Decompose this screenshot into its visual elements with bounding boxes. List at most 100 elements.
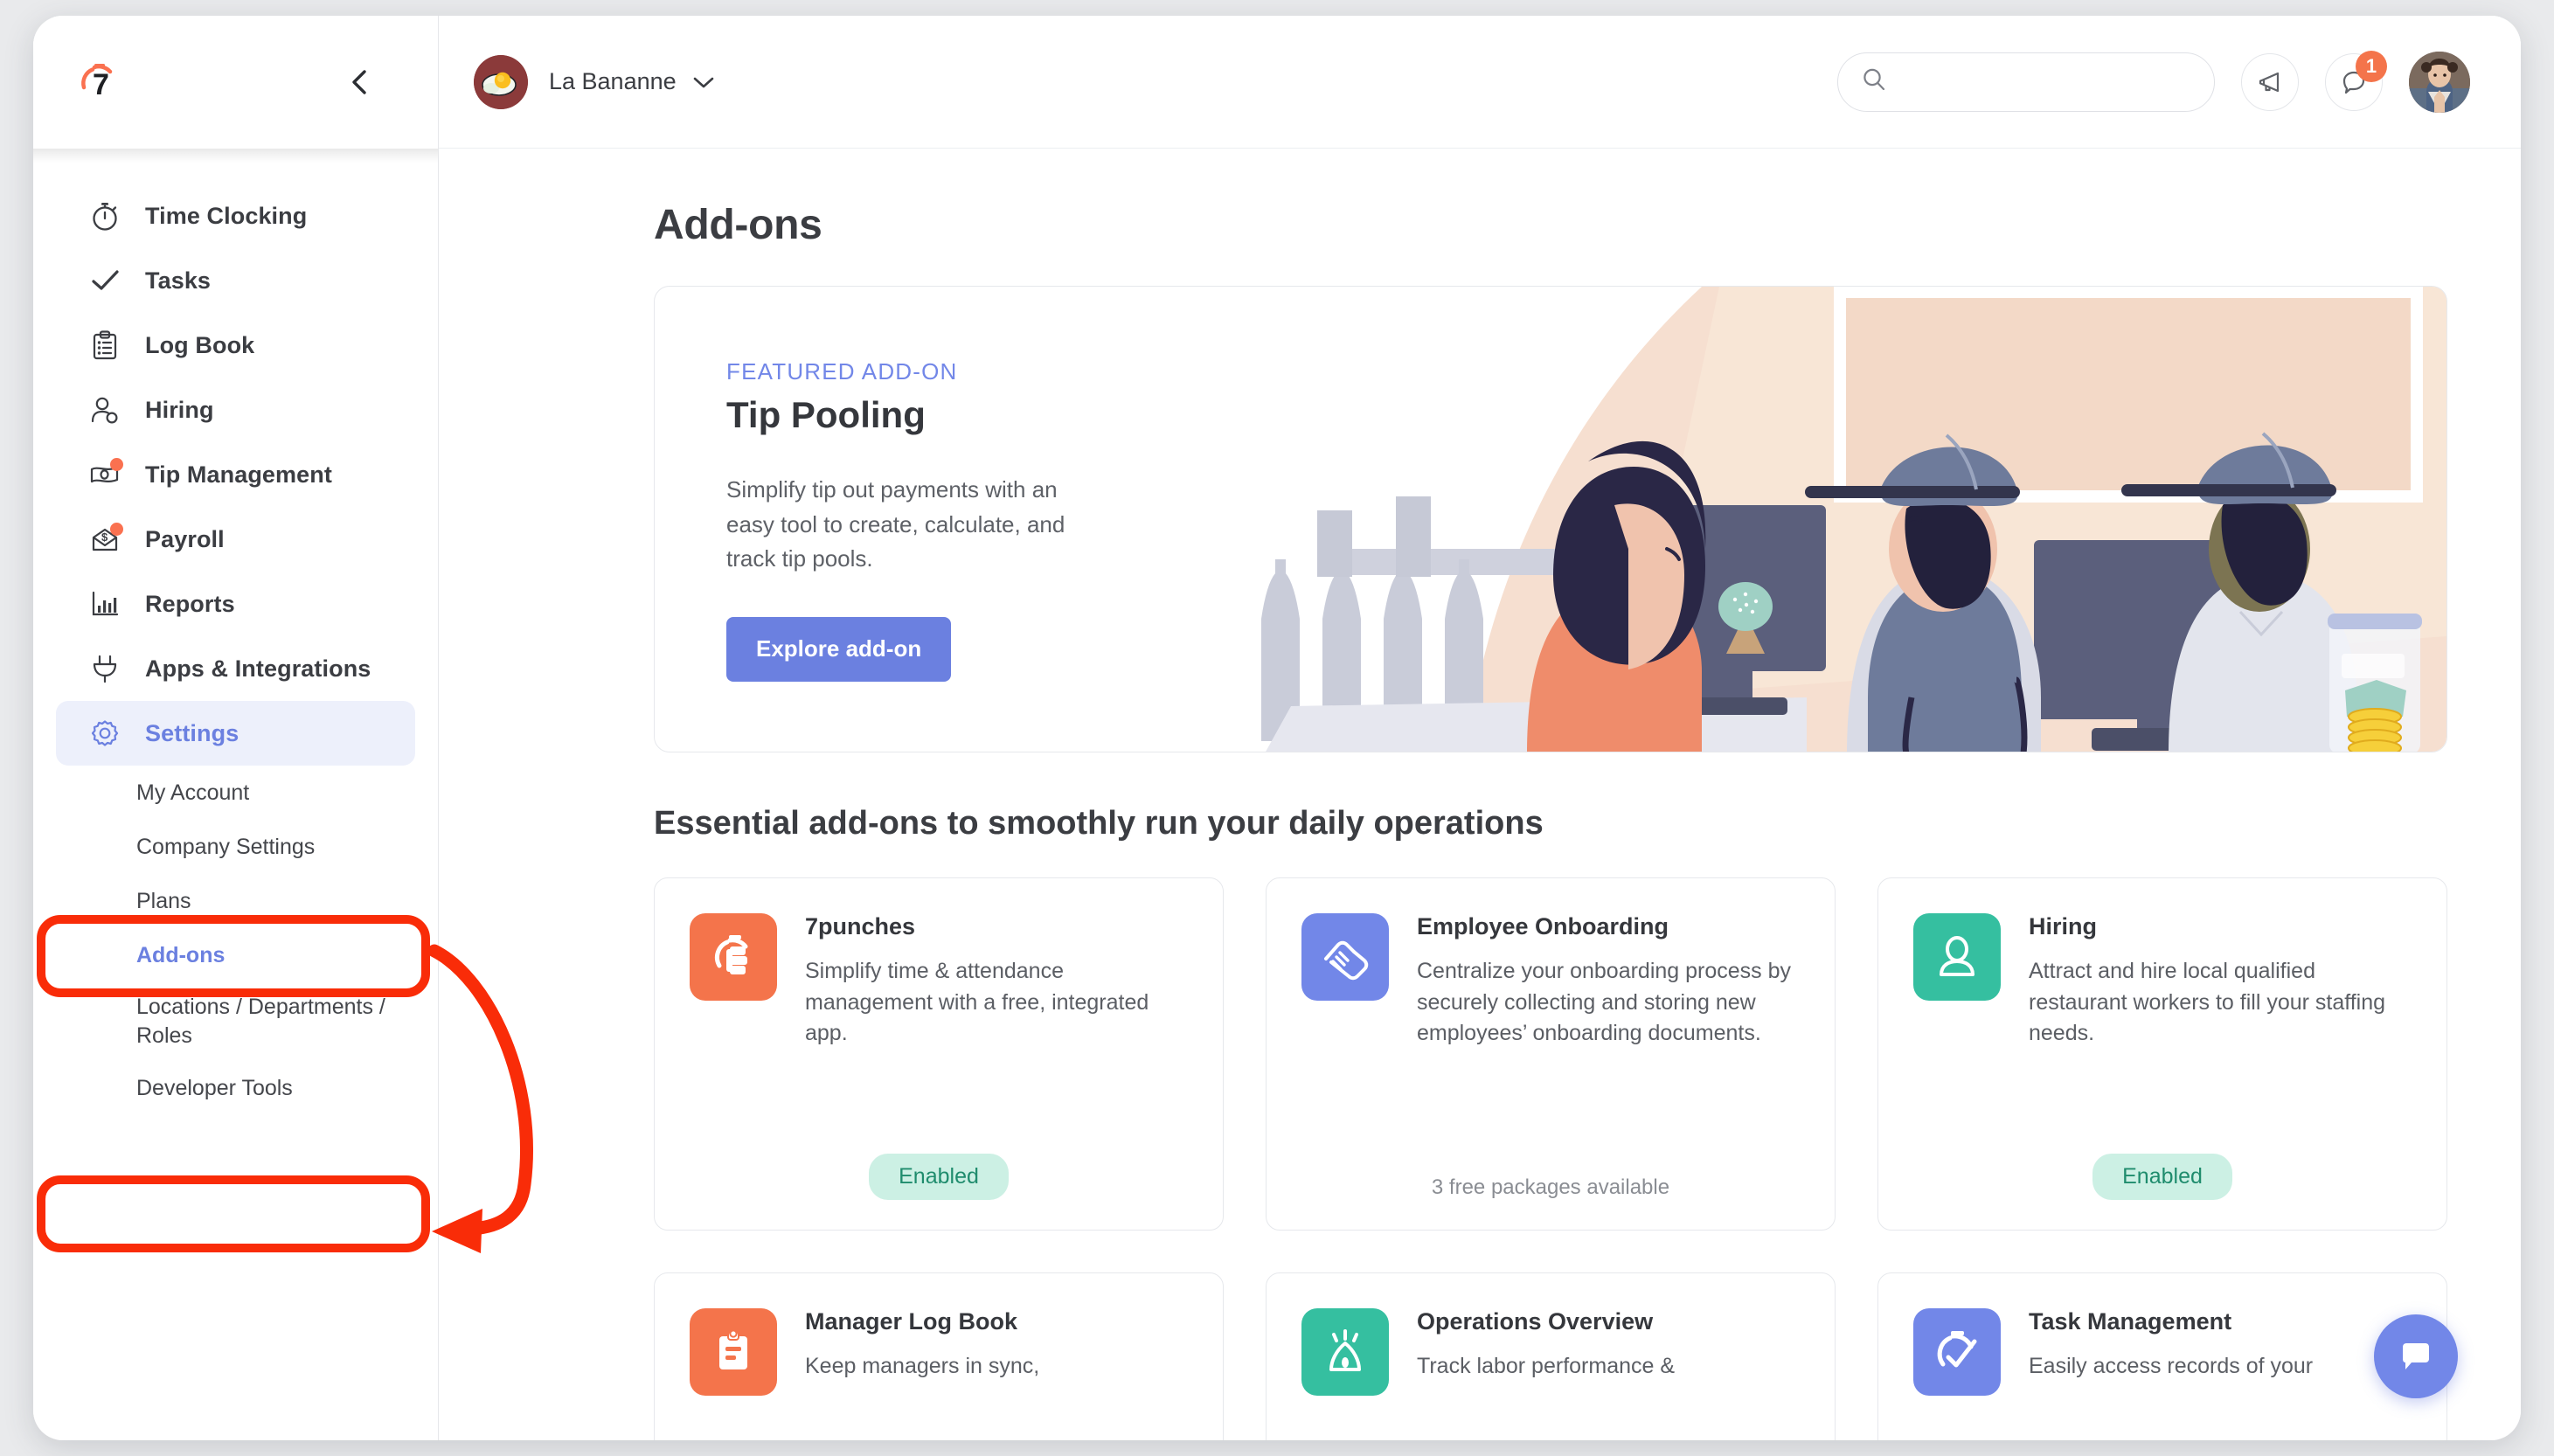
clipboard-list-icon <box>86 326 124 364</box>
section-title: Essential add-ons to smoothly run your d… <box>654 805 1544 842</box>
addon-name: Manager Log Book <box>805 1308 1018 1335</box>
featured-addon-text: FEATURED ADD-ON Tip Pooling Simplify tip… <box>655 287 1144 752</box>
announcements-button[interactable] <box>2241 52 2299 111</box>
sidebar-item-log-book[interactable]: Log Book <box>56 313 415 378</box>
app-window: 7 Time Clocking Tasks Log Book Hiring Ti… <box>33 16 2521 1440</box>
page-content: Add-ons FEATURED ADD-ON Tip Pooling Simp… <box>439 149 2521 1440</box>
featured-eyebrow: FEATURED ADD-ON <box>726 358 958 385</box>
addon-card-7punches[interactable]: 7punches Simplify time & attendance mana… <box>654 877 1224 1231</box>
sidebar-subitem-label: Developer Tools <box>136 1075 293 1100</box>
addon-card-task-management[interactable]: Task Management Easily access records of… <box>1877 1272 2447 1440</box>
addon-description: Easily access records of your <box>2029 1354 2314 1378</box>
topbar-actions: 1 <box>1837 50 2470 113</box>
sidebar-item-label: Tip Management <box>145 461 332 488</box>
svg-text:7: 7 <box>93 68 109 101</box>
sidebar-collapse-button[interactable] <box>340 62 380 102</box>
status-badge: Enabled <box>869 1154 1009 1200</box>
sidebar-item-label: Hiring <box>145 396 214 423</box>
sidebar-item-tasks[interactable]: Tasks <box>56 248 415 313</box>
messages-badge: 1 <box>2356 50 2387 82</box>
sidebar-item-label: Log Book <box>145 331 255 358</box>
sidebar-item-label: Time Clocking <box>145 202 308 229</box>
svg-text:$: $ <box>101 530 108 544</box>
addons-grid: 7punches Simplify time & attendance mana… <box>654 877 2447 1440</box>
sidebar-subitem-my-account[interactable]: My Account <box>56 766 415 820</box>
person-icon <box>1913 913 2001 1001</box>
sidebar-subitem-label: Plans <box>136 888 191 913</box>
clipboard-icon <box>690 1308 777 1396</box>
addon-name: Hiring <box>2029 913 2097 939</box>
user-profile-avatar[interactable] <box>2409 51 2470 113</box>
banknote-icon <box>86 455 124 494</box>
sidebar-header: 7 <box>33 16 438 149</box>
bar-chart-icon <box>86 585 124 623</box>
money-envelope-icon: $ <box>86 520 124 558</box>
plug-icon <box>86 649 124 688</box>
7shifts-logo-icon: 7 <box>81 64 113 101</box>
settings-submenu: My Account Company Settings Plans Add-on… <box>33 766 438 1115</box>
addon-description: Attract and hire local qualified restaur… <box>2029 959 2386 1045</box>
business-switcher[interactable]: La Bananne <box>474 54 715 109</box>
addon-description: Keep managers in sync, <box>805 1354 1040 1378</box>
user-plus-icon <box>86 391 124 429</box>
sidebar-subitem-add-ons[interactable]: Add-ons <box>56 928 415 982</box>
sidebar-item-label: Tasks <box>145 267 212 294</box>
sidebar-scroll-area[interactable]: Time Clocking Tasks Log Book Hiring Tip … <box>33 149 438 1440</box>
addon-name: Task Management <box>2029 1308 2232 1335</box>
sidebar-item-label: Payroll <box>145 525 225 552</box>
addon-name: Operations Overview <box>1417 1308 1654 1335</box>
megaphone-icon <box>2259 72 2280 92</box>
sidebar: 7 Time Clocking Tasks Log Book Hiring Ti… <box>33 16 439 1440</box>
featured-description: Simplify tip out payments with an easy t… <box>726 476 1065 572</box>
scrolled-item-partial-icon <box>105 149 143 152</box>
eye-icon <box>1301 1308 1389 1396</box>
page-title: Add-ons <box>654 202 822 248</box>
sidebar-item-apps-integrations[interactable]: Apps & Integrations <box>56 636 415 701</box>
chevron-down-icon <box>692 75 715 89</box>
addon-name: 7punches <box>805 913 916 939</box>
status-badge: Enabled <box>2092 1154 2232 1200</box>
featured-title: Tip Pooling <box>726 394 926 435</box>
business-name: La Bananne <box>549 68 677 94</box>
status-note: 3 free packages available <box>1431 1175 1670 1199</box>
sidebar-subitem-label: Locations / Departments / Roles <box>136 995 385 1048</box>
addon-card-manager-log-book[interactable]: Manager Log Book Keep managers in sync, <box>654 1272 1224 1440</box>
sidebar-subitem-locations-departments-roles[interactable]: Locations / Departments / Roles <box>56 982 415 1061</box>
sidebar-item-tip-management[interactable]: Tip Management <box>56 442 415 507</box>
addon-card-hiring[interactable]: Hiring Attract and hire local qualified … <box>1877 877 2447 1231</box>
notification-dot <box>110 458 123 471</box>
app-logo[interactable]: 7 <box>75 58 124 107</box>
sidebar-item-label: Apps & Integrations <box>145 655 371 682</box>
sidebar-item-label: Reports <box>145 590 235 617</box>
sidebar-subitem-label: Company Settings <box>136 834 316 859</box>
explore-addon-button[interactable]: Explore add-on <box>726 616 952 682</box>
sidebar-item-hiring[interactable]: Hiring <box>56 378 415 442</box>
restaurant-staff-illustration <box>1177 287 2446 752</box>
sidebar-item-time-clocking[interactable]: Time Clocking <box>56 184 415 248</box>
sidebar-item-settings[interactable]: Settings <box>56 701 415 766</box>
addon-card-operations-overview[interactable]: Operations Overview Track labor performa… <box>1266 1272 1836 1440</box>
search-box[interactable] <box>1837 52 2215 112</box>
addon-description: Simplify time & attendance management wi… <box>805 959 1149 1045</box>
chat-bubble-filled-icon <box>2403 1343 2429 1369</box>
featured-addon-card: FEATURED ADD-ON Tip Pooling Simplify tip… <box>654 286 2447 752</box>
addon-card-employee-onboarding[interactable]: Employee Onboarding Centralize your onbo… <box>1266 877 1836 1231</box>
sidebar-item-reports[interactable]: Reports <box>56 572 415 636</box>
search-icon <box>1861 66 1887 97</box>
stopwatch-punch-icon <box>690 913 777 1001</box>
messages-button[interactable]: 1 <box>2325 50 2387 111</box>
notification-dot <box>110 523 123 536</box>
sidebar-subitem-plans[interactable]: Plans <box>56 874 415 928</box>
chat-support-button[interactable] <box>2374 1314 2458 1398</box>
sidebar-subitem-company-settings[interactable]: Company Settings <box>56 820 415 874</box>
addon-description: Centralize your onboarding process by se… <box>1417 959 1792 1045</box>
sidebar-subitem-label: Add-ons <box>136 942 226 967</box>
sidebar-subitem-developer-tools[interactable]: Developer Tools <box>56 1061 415 1115</box>
sidebar-subitem-label: My Account <box>136 780 250 805</box>
handshake-icon <box>1301 913 1389 1001</box>
check-icon <box>86 261 124 300</box>
sidebar-item-payroll[interactable]: $ Payroll <box>56 507 415 572</box>
main-area: La Bananne 1 Add-ons FEATURED ADD-ON Tip… <box>439 16 2521 1440</box>
fried-egg-avatar <box>474 54 528 109</box>
search-input[interactable] <box>1903 69 2191 94</box>
